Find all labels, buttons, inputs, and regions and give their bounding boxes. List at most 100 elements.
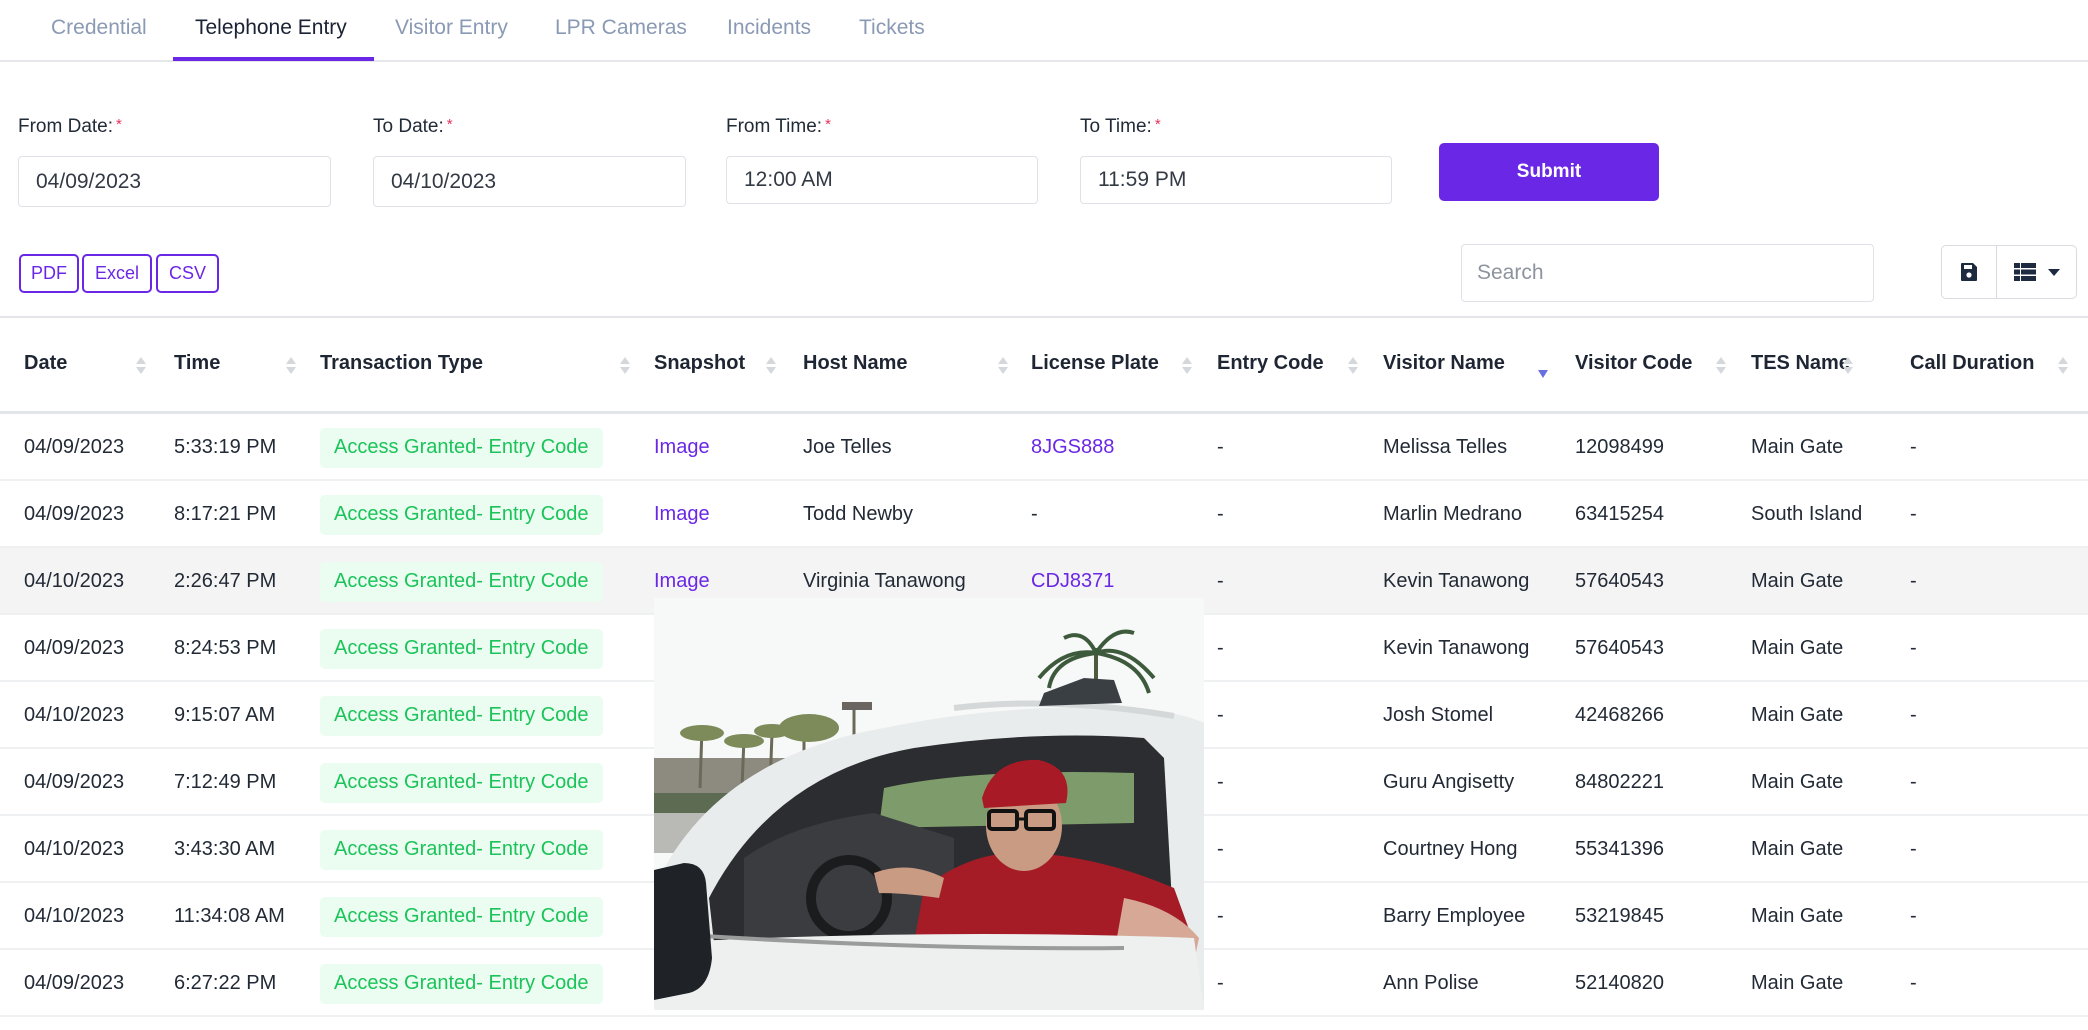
sort-icon[interactable] <box>1182 356 1192 376</box>
tab-bar: Credential Telephone Entry Visitor Entry… <box>0 0 2088 62</box>
cell-visitor-code: 42468266 <box>1575 704 1664 726</box>
cell-tes-name: South Island <box>1751 503 1863 525</box>
tab-telephone-entry[interactable]: Telephone Entry <box>195 16 347 40</box>
column-header-tes-name[interactable]: TES Name <box>1751 352 1850 375</box>
column-header-license-plate[interactable]: License Plate <box>1031 352 1159 375</box>
export-excel-button[interactable]: Excel <box>82 254 152 293</box>
column-header-visitor-code[interactable]: Visitor Code <box>1575 352 1692 375</box>
status-badge: Access Granted- Entry Code <box>320 494 603 535</box>
table-actions-group <box>1941 245 2077 299</box>
cell-entry-code: - <box>1217 570 1224 592</box>
cell-visitor-code: 55341396 <box>1575 838 1664 860</box>
list-columns-icon <box>2013 263 2036 281</box>
snapshot-popup <box>654 598 1204 1010</box>
cell-call-duration: - <box>1910 838 1917 860</box>
cell-visitor-name: Ann Polise <box>1383 972 1479 994</box>
cell-visitor-code: 63415254 <box>1575 503 1664 525</box>
status-badge: Access Granted- Entry Code <box>320 695 603 736</box>
tab-lpr-cameras[interactable]: LPR Cameras <box>555 16 687 40</box>
submit-button[interactable]: Submit <box>1439 143 1659 201</box>
save-view-button[interactable] <box>1942 246 1997 298</box>
columns-toggle-button[interactable] <box>1997 246 2076 298</box>
column-header-transaction-type[interactable]: Transaction Type <box>320 352 483 375</box>
column-header-host-name[interactable]: Host Name <box>803 352 907 375</box>
status-badge: Access Granted- Entry Code <box>320 896 603 937</box>
sort-icon[interactable] <box>1716 356 1726 376</box>
tab-visitor-entry[interactable]: Visitor Entry <box>395 16 508 40</box>
cell-time: 2:26:47 PM <box>174 570 277 592</box>
table-row[interactable]: 04/09/2023 5:33:19 PM Access Granted- Entr… <box>0 414 2088 481</box>
sort-desc-icon[interactable] <box>1538 356 1548 378</box>
cell-call-duration: - <box>1910 972 1917 994</box>
cell-call-duration: - <box>1910 436 1917 458</box>
cell-time: 7:12:49 PM <box>174 771 277 793</box>
required-mark: * <box>825 116 831 133</box>
column-header-call-duration[interactable]: Call Duration <box>1910 352 2034 375</box>
column-header-date[interactable]: Date <box>24 352 67 375</box>
cell-tes-name: Main Gate <box>1751 838 1844 860</box>
from-time-input[interactable]: 12:00 AM <box>726 156 1038 204</box>
cell-visitor-code: 12098499 <box>1575 436 1664 458</box>
cell-host-name: Joe Telles <box>803 436 892 458</box>
cell-entry-code: - <box>1217 972 1224 994</box>
cell-host-name: Todd Newby <box>803 503 914 525</box>
status-badge: Access Granted- Entry Code <box>320 427 603 468</box>
export-csv-button[interactable]: CSV <box>156 254 219 293</box>
tab-credential[interactable]: Credential <box>51 16 147 40</box>
to-time-input[interactable]: 11:59 PM <box>1080 156 1392 204</box>
export-pdf-button[interactable]: PDF <box>19 254 79 293</box>
snapshot-image <box>654 598 1204 1010</box>
to-time-label: To Time: * <box>1080 116 1161 138</box>
cell-entry-code: - <box>1217 436 1224 458</box>
column-header-time[interactable]: Time <box>174 352 220 375</box>
cell-call-duration: - <box>1910 704 1917 726</box>
search-input[interactable] <box>1461 244 1874 302</box>
cell-call-duration: - <box>1910 503 1917 525</box>
cell-visitor-code: 57640543 <box>1575 570 1664 592</box>
active-tab-indicator <box>173 57 374 61</box>
cell-visitor-code: 53219845 <box>1575 905 1664 927</box>
cell-tes-name: Main Gate <box>1751 771 1844 793</box>
status-badge: Access Granted- Entry Code <box>320 963 603 1004</box>
cell-visitor-name: Guru Angisetty <box>1383 771 1515 793</box>
cell-entry-code: - <box>1217 838 1224 860</box>
snapshot-image-link[interactable]: Image <box>654 481 710 548</box>
column-header-visitor-name[interactable]: Visitor Name <box>1383 352 1505 375</box>
cell-time: 5:33:19 PM <box>174 436 277 458</box>
cell-tes-name: Main Gate <box>1751 905 1844 927</box>
from-time-label: From Time: * <box>726 116 831 138</box>
status-badge: Access Granted- Entry Code <box>320 561 603 602</box>
cell-tes-name: Main Gate <box>1751 704 1844 726</box>
sort-icon[interactable] <box>766 356 776 376</box>
cell-date: 04/09/2023 <box>24 637 125 659</box>
cell-visitor-code: 57640543 <box>1575 637 1664 659</box>
tab-tickets[interactable]: Tickets <box>859 16 925 40</box>
sort-icon[interactable] <box>620 356 630 376</box>
cell-entry-code: - <box>1217 637 1224 659</box>
from-time-label-text: From Time: <box>726 116 823 137</box>
cell-time: 6:27:22 PM <box>174 972 277 994</box>
column-header-entry-code[interactable]: Entry Code <box>1217 352 1324 375</box>
cell-date: 04/09/2023 <box>24 972 125 994</box>
to-date-input[interactable]: 04/10/2023 <box>373 156 686 207</box>
sort-icon[interactable] <box>2058 356 2068 376</box>
license-plate-link[interactable]: 8JGS888 <box>1031 414 1114 481</box>
sort-icon[interactable] <box>286 356 296 376</box>
cell-entry-code: - <box>1217 704 1224 726</box>
sort-icon[interactable] <box>1843 356 1853 376</box>
sort-icon[interactable] <box>1348 356 1358 376</box>
required-mark: * <box>446 116 453 133</box>
caret-down-icon <box>2047 268 2060 276</box>
required-mark: * <box>1154 116 1161 133</box>
tab-incidents[interactable]: Incidents <box>727 16 811 40</box>
cell-date: 04/09/2023 <box>24 436 125 458</box>
table-header: Date Time Transaction Type Snapshot Host… <box>0 318 2088 414</box>
sort-icon[interactable] <box>998 356 1008 376</box>
column-header-snapshot[interactable]: Snapshot <box>654 352 745 375</box>
snapshot-image-link[interactable]: Image <box>654 414 710 481</box>
from-date-input[interactable]: 04/09/2023 <box>18 156 331 207</box>
cell-time: 9:15:07 AM <box>174 704 276 726</box>
cell-call-duration: - <box>1910 570 1917 592</box>
table-row[interactable]: 04/09/2023 8:17:21 PM Access Granted- Entr… <box>0 481 2088 548</box>
sort-icon[interactable] <box>136 356 146 376</box>
